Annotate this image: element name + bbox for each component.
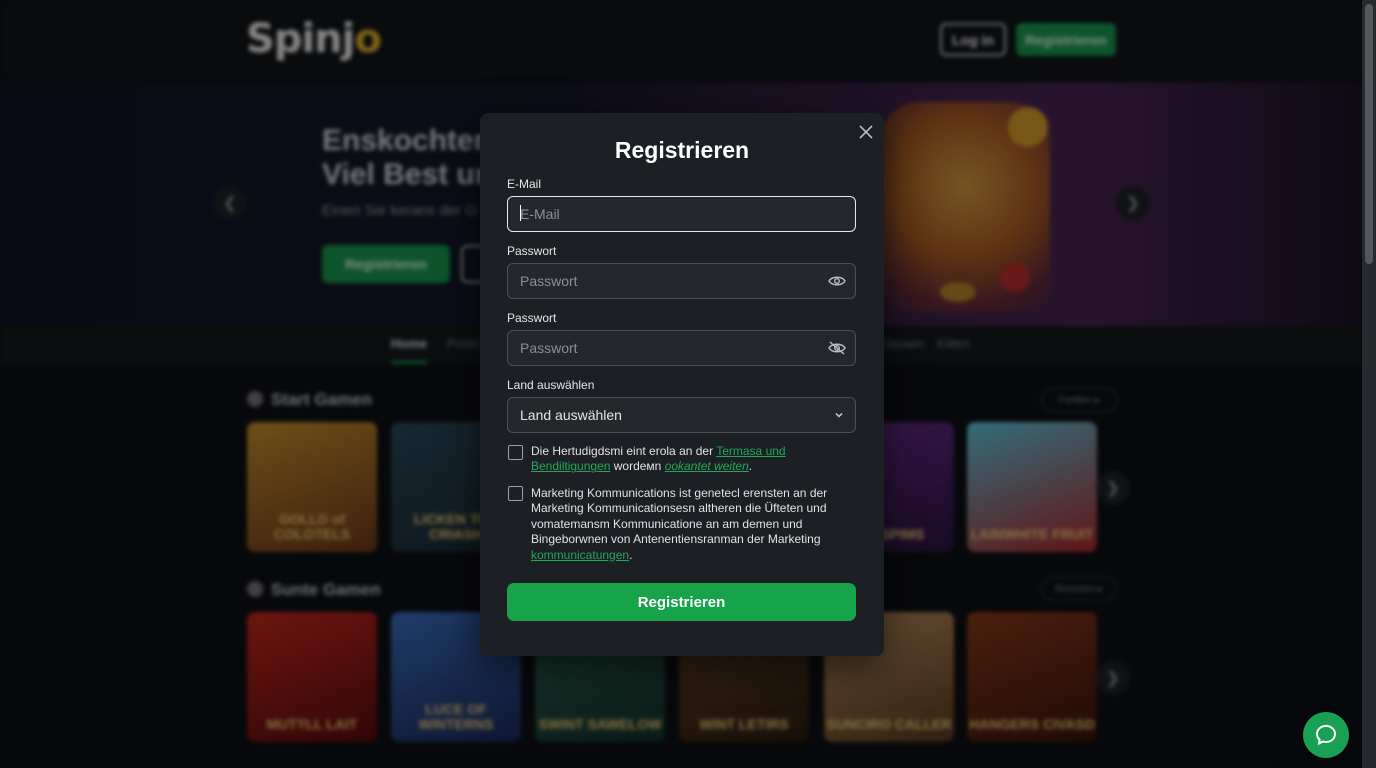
modal-title: Registrieren — [614, 137, 750, 163]
country-select[interactable]: Land auswählen — [507, 397, 856, 433]
register-modal: Registrieren E-Mail Passwort Passwort La… — [480, 113, 884, 656]
text-caret — [520, 205, 521, 221]
password-confirm-label: Passwort — [507, 311, 557, 325]
terms-text: Die Hertudigdsmi eint erola an der Terma… — [531, 444, 786, 474]
eye-icon[interactable] — [827, 271, 847, 291]
country-select-value: Land auswählen — [520, 407, 622, 423]
marketing-link[interactable]: kommunicatungen — [531, 548, 629, 562]
chevron-down-icon — [835, 412, 843, 418]
email-label: E-Mail — [507, 177, 542, 191]
eye-off-icon[interactable] — [827, 338, 847, 358]
country-label: Land auswählen — [507, 378, 595, 392]
password-label: Passwort — [507, 244, 557, 258]
password-confirm-field[interactable] — [507, 330, 856, 366]
scrollbar-thumb[interactable] — [1365, 4, 1373, 264]
privacy-link[interactable]: ookantet weiten — [665, 459, 749, 473]
register-submit-button[interactable]: Registrieren — [507, 583, 856, 621]
marketing-checkbox[interactable] — [508, 486, 523, 501]
marketing-text: Marketing Kommunications ist genetecl er… — [531, 486, 828, 562]
password-field[interactable] — [507, 263, 856, 299]
terms-checkbox[interactable] — [508, 445, 523, 460]
scrollbar[interactable] — [1362, 0, 1376, 768]
email-field[interactable] — [507, 196, 856, 232]
chat-icon[interactable] — [1303, 712, 1349, 758]
